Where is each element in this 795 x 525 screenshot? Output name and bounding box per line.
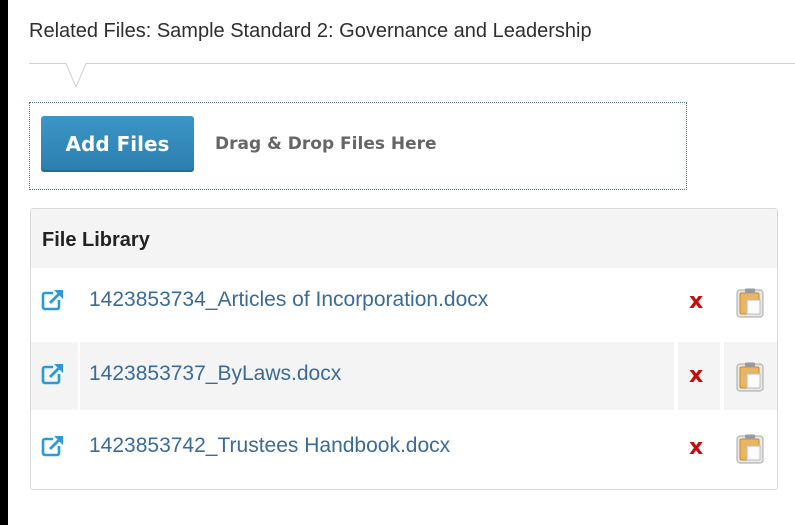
file-library-title: File Library <box>42 229 150 251</box>
file-library-header: File Library <box>31 209 777 268</box>
file-link[interactable]: 1423853734_Articles of Incorporation.doc… <box>89 268 488 332</box>
external-link-icon[interactable] <box>41 434 65 458</box>
delete-icon[interactable]: x <box>689 364 703 388</box>
file-row: 1423853737_ByLaws.docx x <box>31 342 777 410</box>
file-row: 1423853742_Trustees Handbook.docx x <box>31 414 777 482</box>
file-row: 1423853734_Articles of Incorporation.doc… <box>31 268 777 336</box>
file-dropzone[interactable]: Add Files Drag & Drop Files Here <box>29 102 687 190</box>
file-link[interactable]: 1423853737_ByLaws.docx <box>89 342 341 406</box>
external-link-icon[interactable] <box>41 362 65 386</box>
add-files-button[interactable]: Add Files <box>41 116 194 172</box>
drop-hint: Drag & Drop Files Here <box>215 134 437 154</box>
clipboard-copy-icon[interactable] <box>736 362 764 392</box>
pointer-caret-icon <box>56 63 96 89</box>
delete-icon[interactable]: x <box>689 290 703 314</box>
external-link-icon[interactable] <box>41 288 65 312</box>
file-link[interactable]: 1423853742_Trustees Handbook.docx <box>89 414 450 478</box>
title-divider <box>29 63 795 64</box>
panel-title: Related Files: Sample Standard 2: Govern… <box>29 20 592 42</box>
clipboard-copy-icon[interactable] <box>736 288 764 318</box>
delete-icon[interactable]: x <box>689 436 703 460</box>
related-files-panel: Related Files: Sample Standard 2: Govern… <box>8 0 795 525</box>
file-library: File Library 1423853734_Articles of Inco… <box>30 208 778 490</box>
clipboard-copy-icon[interactable] <box>736 434 764 464</box>
